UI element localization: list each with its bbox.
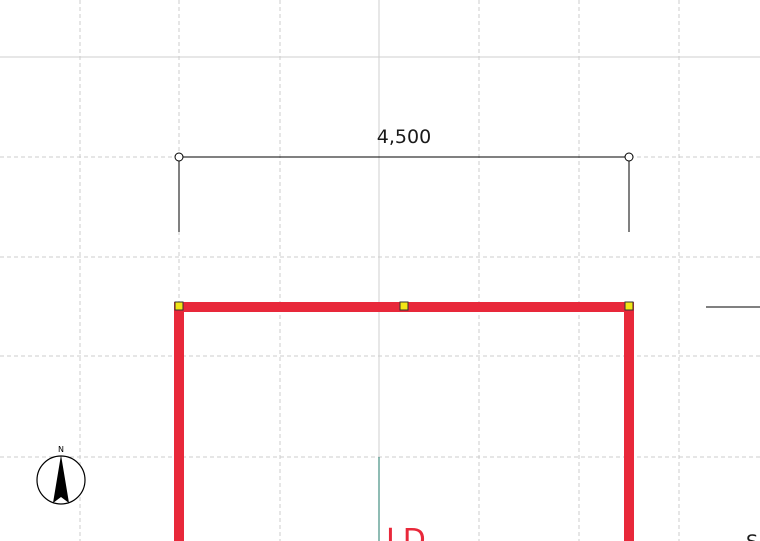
cad-canvas[interactable]: 4,500 LD S N <box>0 0 760 541</box>
edge-label: S <box>746 531 758 541</box>
room-walls[interactable] <box>174 302 634 541</box>
circle-marker-icon <box>624 152 634 162</box>
circle-marker-icon <box>174 152 184 162</box>
grid <box>0 0 760 541</box>
square-handle-icon[interactable] <box>174 301 184 311</box>
dimension-value: 4,500 <box>377 126 431 148</box>
square-handle-icon[interactable] <box>399 301 409 311</box>
square-handle-icon[interactable] <box>624 301 634 311</box>
north-label: N <box>58 445 64 454</box>
dimension-line[interactable]: 4,500 <box>174 126 634 232</box>
north-arrow-icon: N <box>36 445 86 505</box>
room-label[interactable]: LD <box>386 523 426 541</box>
